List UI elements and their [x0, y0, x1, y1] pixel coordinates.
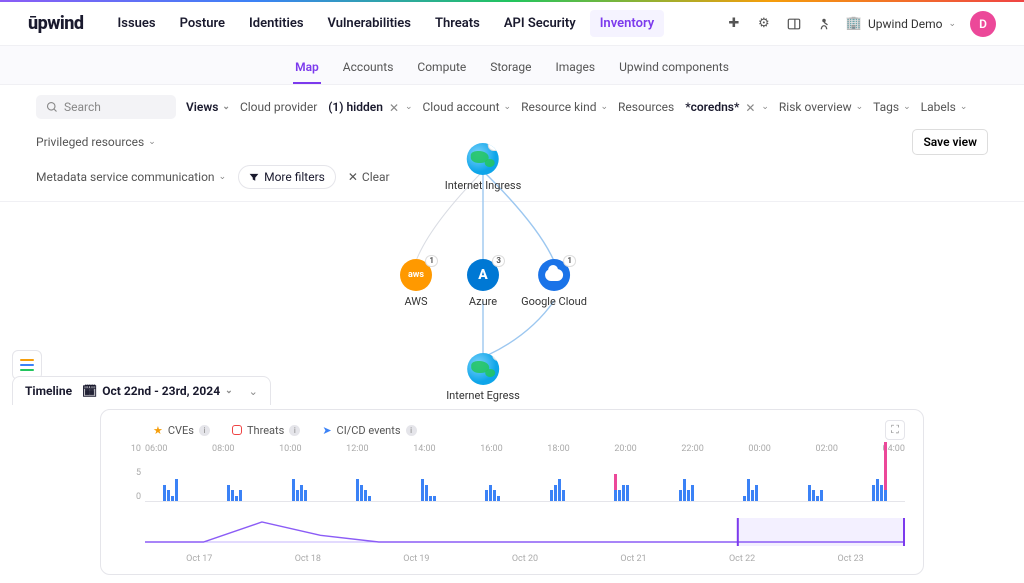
nav-posture[interactable]: Posture: [170, 10, 235, 37]
search-icon: [46, 101, 58, 113]
tags-filter[interactable]: Tags⌄: [873, 100, 911, 114]
send-icon: ➤: [322, 424, 331, 437]
subnav-upwind-components[interactable]: Upwind components: [617, 56, 731, 84]
globe-icon: 12: [467, 143, 499, 175]
workspace-label: Upwind Demo: [868, 17, 942, 31]
labels-filter[interactable]: Labels⌄: [921, 100, 968, 114]
add-icon[interactable]: ✚: [726, 16, 742, 32]
calendar-icon: 🗓: [82, 384, 97, 398]
sub-nav: Map Accounts Compute Storage Images Upwind co…: [0, 46, 1024, 84]
cloud-provider-filter[interactable]: Cloud provider (1) hidden ✕ ⌄: [240, 100, 413, 114]
shield-icon: [232, 425, 242, 435]
nav-identities[interactable]: Identities: [239, 10, 313, 37]
expand-timeline-button[interactable]: ⛶: [885, 420, 905, 440]
node-badge: 3: [492, 255, 505, 267]
node-badge: 1: [563, 255, 576, 267]
views-filter[interactable]: Views⌄: [186, 100, 230, 114]
daily-line-chart[interactable]: Oct 17Oct 18Oct 19Oct 20Oct 21Oct 22Oct …: [145, 518, 905, 560]
chevron-down-icon: ⌄: [225, 386, 233, 396]
x-axis-days: Oct 17Oct 18Oct 19Oct 20Oct 21Oct 22Oct …: [145, 554, 905, 564]
legend-cicd[interactable]: ➤ CI/CD events i: [322, 424, 416, 437]
google-cloud-icon: 1: [538, 259, 570, 291]
node-google-cloud[interactable]: 1 Google Cloud: [521, 259, 587, 308]
y-axis: 1050: [125, 444, 141, 502]
node-badge: 4: [492, 353, 499, 361]
timeline-legend: ★ CVEs i Threats i ➤ CI/CD events i ⛶: [153, 420, 905, 440]
timeline-panel: ★ CVEs i Threats i ➤ CI/CD events i ⛶ 10…: [100, 409, 924, 575]
node-badge: 12: [488, 143, 499, 151]
resources-filter[interactable]: Resources *coredns* ✕ ⌄: [618, 100, 769, 114]
info-icon[interactable]: i: [199, 425, 210, 436]
date-range-picker[interactable]: 🗓 Oct 22nd - 23rd, 2024 ⌄: [82, 384, 233, 398]
avatar[interactable]: D: [970, 11, 996, 37]
nav-vulnerabilities[interactable]: Vulnerabilities: [318, 10, 421, 37]
nav-api-security[interactable]: API Security: [494, 10, 586, 37]
subnav-map[interactable]: Map: [293, 56, 321, 84]
search-input[interactable]: Search: [36, 95, 176, 119]
timeline-header: Timeline 🗓 Oct 22nd - 23rd, 2024 ⌄ ⌄: [12, 376, 271, 405]
logo[interactable]: pwind: [28, 13, 84, 34]
node-aws[interactable]: aws 1 AWS: [400, 259, 432, 308]
chart-bars: [145, 448, 905, 502]
panel-icon[interactable]: [786, 16, 802, 32]
nav-issues[interactable]: Issues: [108, 10, 166, 37]
nav-inventory[interactable]: Inventory: [590, 10, 665, 37]
node-azure[interactable]: A 3 Azure: [467, 259, 499, 308]
subnav-compute[interactable]: Compute: [415, 56, 468, 84]
cloud-account-filter[interactable]: Cloud account⌄: [423, 100, 512, 114]
nav-threats[interactable]: Threats: [425, 10, 490, 37]
line-svg: [145, 518, 905, 546]
remove-resources-icon[interactable]: ✕: [745, 101, 757, 113]
aws-icon: aws 1: [400, 259, 432, 291]
node-internet-ingress[interactable]: 12 Internet Ingress: [445, 143, 522, 192]
activity-icon[interactable]: [816, 16, 832, 32]
globe-icon: 4: [467, 353, 499, 385]
timeline-title: Timeline: [25, 384, 72, 398]
info-icon[interactable]: i: [406, 425, 417, 436]
chevron-down-icon: ⌄: [948, 19, 956, 29]
resource-kind-filter[interactable]: Resource kind⌄: [521, 100, 608, 114]
node-internet-egress[interactable]: 4 Internet Egress: [446, 353, 520, 402]
building-icon: 🏢: [846, 16, 862, 31]
main-nav: IssuesPostureIdentitiesVulnerabilitiesTh…: [108, 10, 665, 37]
search-placeholder: Search: [64, 100, 101, 114]
azure-icon: A 3: [467, 259, 499, 291]
risk-overview-filter[interactable]: Risk overview⌄: [779, 100, 863, 114]
star-icon: ★: [153, 424, 163, 437]
info-icon[interactable]: i: [289, 425, 300, 436]
node-badge: 1: [425, 255, 438, 267]
subnav-storage[interactable]: Storage: [488, 56, 533, 84]
hourly-bar-chart[interactable]: 1050 06:0008:0010:0012:0014:0016:0018:00…: [145, 444, 905, 512]
settings-icon[interactable]: ⚙: [756, 16, 772, 32]
legend-cves[interactable]: ★ CVEs i: [153, 424, 210, 437]
remove-cloud-provider-icon[interactable]: ✕: [389, 101, 401, 113]
collapse-timeline-icon[interactable]: ⌄: [249, 385, 258, 398]
subnav-accounts[interactable]: Accounts: [341, 56, 396, 84]
legend-threats[interactable]: Threats i: [232, 424, 300, 437]
subnav-images[interactable]: Images: [553, 56, 597, 84]
workspace-selector[interactable]: 🏢 Upwind Demo ⌄: [846, 16, 956, 31]
